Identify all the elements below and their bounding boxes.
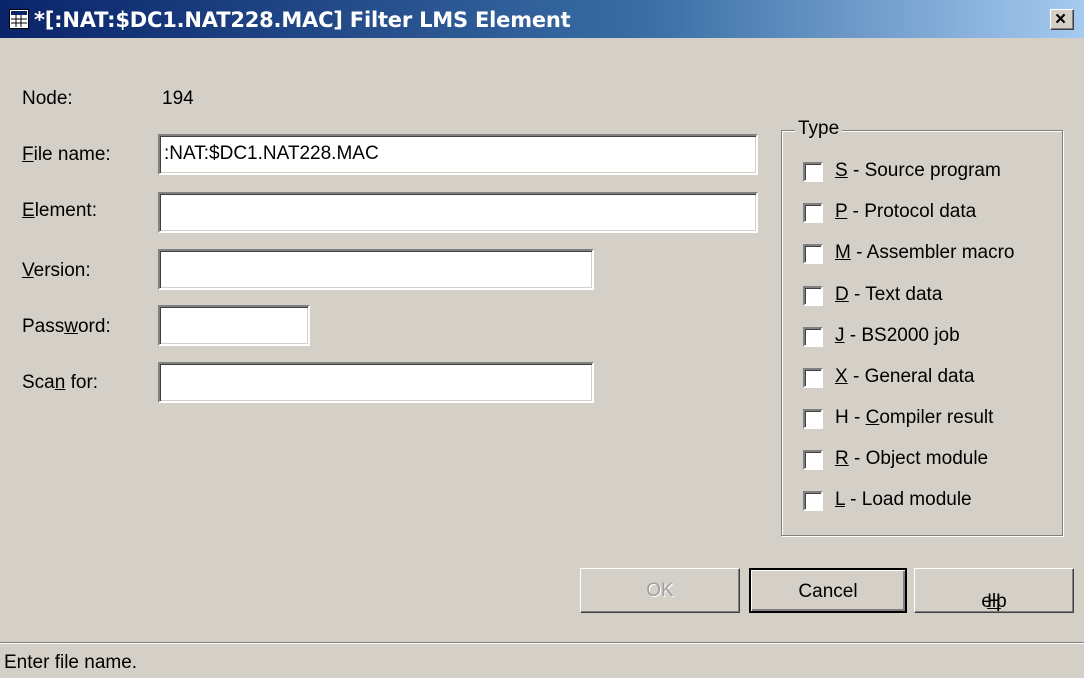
checkbox-icon[interactable] <box>803 491 823 511</box>
checkbox-icon[interactable] <box>803 286 823 306</box>
title-bar[interactable]: *[:NAT:$DC1.NAT228.MAC] Filter LMS Eleme… <box>0 0 1084 38</box>
node-label: Node: <box>22 88 73 109</box>
scan-for-input[interactable] <box>158 362 594 403</box>
version-label: Version: <box>22 260 91 281</box>
close-icon: × <box>1055 9 1067 30</box>
status-bar: Enter file name. <box>0 642 1084 678</box>
grid-window-icon <box>9 9 29 29</box>
checkbox-icon[interactable] <box>803 162 823 182</box>
help-button[interactable]: Help <box>914 568 1074 613</box>
type-group-title: Type <box>795 118 843 140</box>
checkbox-icon[interactable] <box>803 368 823 388</box>
checkbox-icon[interactable] <box>803 244 823 264</box>
window-title: *[:NAT:$DC1.NAT228.MAC] Filter LMS Eleme… <box>34 8 571 32</box>
file-name-value: :NAT:$DC1.NAT228.MAC <box>164 143 379 164</box>
node-value: 194 <box>162 88 194 109</box>
element-input[interactable] <box>158 192 758 233</box>
password-input[interactable] <box>158 305 310 346</box>
version-input[interactable] <box>158 249 594 290</box>
ok-button[interactable]: OK <box>580 568 740 613</box>
checkbox-icon[interactable] <box>803 409 823 429</box>
close-button[interactable]: × <box>1050 9 1074 30</box>
cancel-button[interactable]: Cancel <box>749 568 907 613</box>
password-label: Password: <box>22 316 111 337</box>
element-label: Element: <box>22 200 97 221</box>
checkbox-icon[interactable] <box>803 327 823 347</box>
file-name-label: File name: <box>22 144 111 165</box>
file-name-input[interactable]: :NAT:$DC1.NAT228.MAC <box>158 134 758 175</box>
scan-for-label: Scan for: <box>22 372 99 393</box>
checkbox-icon[interactable] <box>803 450 823 470</box>
status-text: Enter file name. <box>4 652 138 673</box>
checkbox-icon[interactable] <box>803 203 823 223</box>
